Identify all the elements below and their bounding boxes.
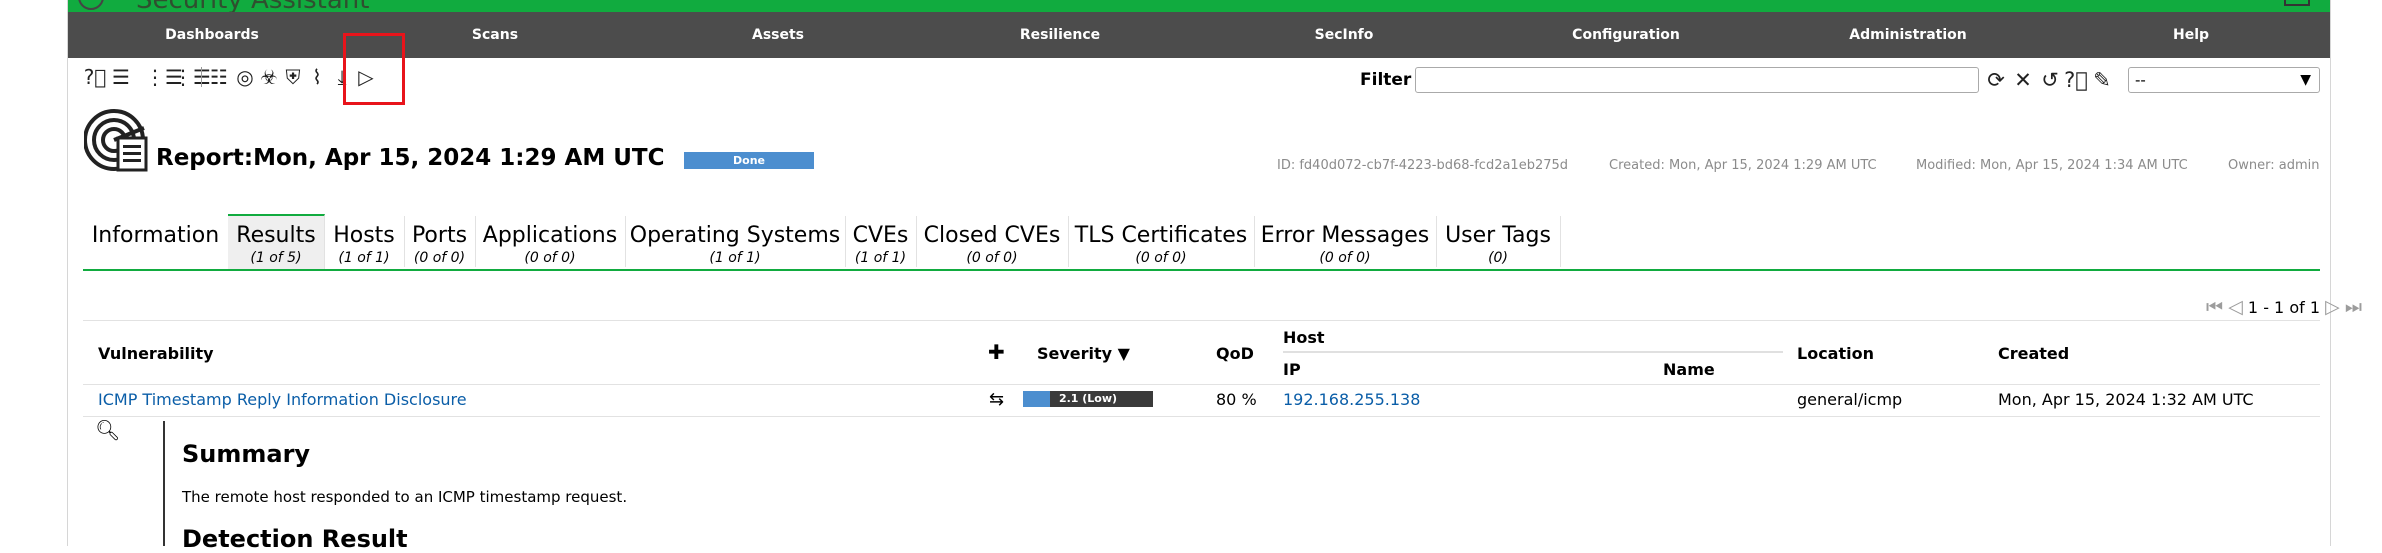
filter-help-icon[interactable]: ?⃝ (2064, 66, 2088, 94)
workaround-icon: ⇆ (989, 389, 1005, 410)
brand-bar: Security Assistant (68, 0, 2330, 15)
tab-results[interactable]: Results (1 of 5) (228, 214, 325, 269)
cert-icon[interactable]: ⛨ (281, 64, 305, 90)
zoom-icon[interactable]: 🔍︎ (95, 418, 120, 442)
col-qod[interactable]: QoD (1216, 344, 1254, 363)
tab-cves[interactable]: CVEs (1 of 1) (845, 216, 917, 267)
report-created: Created: Mon, Apr 15, 2024 1:29 AM UTC (1609, 158, 1877, 173)
report-id: ID: fd40d072-cb7f-4223-bd68-fcd2a1eb275d (1277, 158, 1569, 173)
filter-select-value: -- (2135, 71, 2146, 89)
edit-filter-icon[interactable]: ✎ (2090, 66, 2114, 94)
clear-filter-icon[interactable]: ✕ (2011, 66, 2035, 94)
download-icon[interactable]: ⤓ (330, 64, 354, 90)
vulnerability-link[interactable]: ICMP Timestamp Reply Information Disclos… (98, 390, 467, 409)
qod-value: 80 % (1216, 390, 1257, 409)
main-menu: Dashboards Scans Assets Resilience SecIn… (68, 12, 2330, 58)
tab-information[interactable]: Information (83, 216, 229, 267)
tab-tls-certificates[interactable]: TLS Certificates (0 of 0) (1068, 216, 1255, 267)
delta-report-alt-icon[interactable]: ⋮☰ (173, 64, 211, 90)
pagination-text: 1 - 1 of 1 (2247, 298, 2320, 317)
chevron-down-icon: ▼ (2300, 72, 2311, 88)
report-title: Report:Mon, Apr 15, 2024 1:29 AM UTC (156, 145, 665, 171)
created-value: Mon, Apr 15, 2024 1:32 AM UTC (1998, 390, 2254, 409)
menu-scans[interactable]: Scans (472, 12, 518, 58)
filter-select[interactable]: -- ▼ (2128, 67, 2320, 93)
severity-label: 2.1 (Low) (1058, 392, 1118, 405)
tab-applications[interactable]: Applications (0 of 0) (475, 216, 626, 267)
report-modified: Modified: Mon, Apr 15, 2024 1:34 AM UTC (1916, 158, 2188, 173)
menu-dashboards[interactable]: Dashboards (165, 12, 259, 58)
col-location[interactable]: Location (1797, 344, 1874, 363)
task-list-icon[interactable]: ☷ (207, 64, 231, 90)
tab-operating-systems[interactable]: Operating Systems (1 of 1) (625, 216, 846, 267)
col-name[interactable]: Name (1663, 360, 1715, 379)
tab-ports[interactable]: Ports (0 of 0) (404, 216, 476, 267)
next-page-icon[interactable]: ▷ (2325, 296, 2340, 318)
summary-heading: Summary (182, 440, 311, 468)
col-created[interactable]: Created (1998, 344, 2069, 363)
filter-label: Filter (1360, 70, 1412, 90)
report-owner: Owner: admin (2228, 158, 2320, 173)
tls-icon[interactable]: ⌇ (305, 64, 329, 90)
summary-text: The remote host responded to an ICMP tim… (182, 488, 628, 506)
menu-assets[interactable]: Assets (752, 12, 804, 58)
refresh-icon[interactable]: ⟳ (1984, 66, 2008, 94)
delta-report-icon[interactable]: ⋮☰ (145, 64, 183, 90)
help-icon[interactable]: ?⃝ (83, 64, 107, 90)
col-vulnerability[interactable]: Vulnerability (98, 344, 214, 363)
vulnerability-icon[interactable]: ☣ (257, 64, 281, 90)
report-icon (84, 109, 148, 172)
location-value: general/icmp (1797, 390, 1903, 409)
solution-type-icon: ✚ (988, 340, 1005, 364)
tab-error-messages[interactable]: Error Messages (0 of 0) (1254, 216, 1437, 267)
menu-configuration[interactable]: Configuration (1572, 12, 1680, 58)
severity-bar: 2.1 (Low) (1023, 391, 1153, 407)
menu-administration[interactable]: Administration (1849, 12, 1966, 58)
detection-heading: Detection Result (182, 525, 408, 553)
first-page-icon[interactable]: ⏮ (2206, 296, 2223, 318)
last-page-icon[interactable]: ⏭ (2345, 296, 2362, 318)
col-ip[interactable]: IP (1283, 360, 1301, 379)
col-severity[interactable]: Severity ▼ (1037, 344, 1130, 363)
results-icon[interactable]: ◎ (233, 64, 257, 90)
previous-page-icon[interactable]: ◁ (2228, 296, 2243, 318)
window-menu-icon[interactable] (2284, 0, 2310, 6)
tab-user-tags[interactable]: User Tags (0) (1436, 216, 1561, 267)
app-logo (78, 0, 104, 10)
reset-filter-icon[interactable]: ↺ (2038, 66, 2062, 94)
host-ip-link[interactable]: 192.168.255.138 (1283, 390, 1420, 409)
pagination: ⏮ ◁ 1 - 1 of 1 ▷ ⏭ (2206, 296, 2362, 318)
menu-resilience[interactable]: Resilience (1020, 12, 1100, 58)
app-frame: Security Assistant Dashboards Scans Asse… (67, 0, 2362, 553)
menu-secinfo[interactable]: SecInfo (1315, 12, 1374, 58)
tab-hosts[interactable]: Hosts (1 of 1) (324, 216, 405, 267)
col-host: Host (1283, 328, 1325, 347)
status-badge: Done (684, 152, 814, 169)
trigger-alert-icon[interactable]: ▷ (354, 64, 378, 90)
tab-closed-cves[interactable]: Closed CVEs (0 of 0) (916, 216, 1069, 267)
filter-input[interactable] (1415, 67, 1979, 93)
detail-divider (163, 421, 165, 546)
menu-help[interactable]: Help (2173, 12, 2209, 58)
report-tabs: Information Results (1 of 5) Hosts (1 of… (83, 214, 2320, 271)
list-icon[interactable]: ☰ (109, 64, 133, 90)
